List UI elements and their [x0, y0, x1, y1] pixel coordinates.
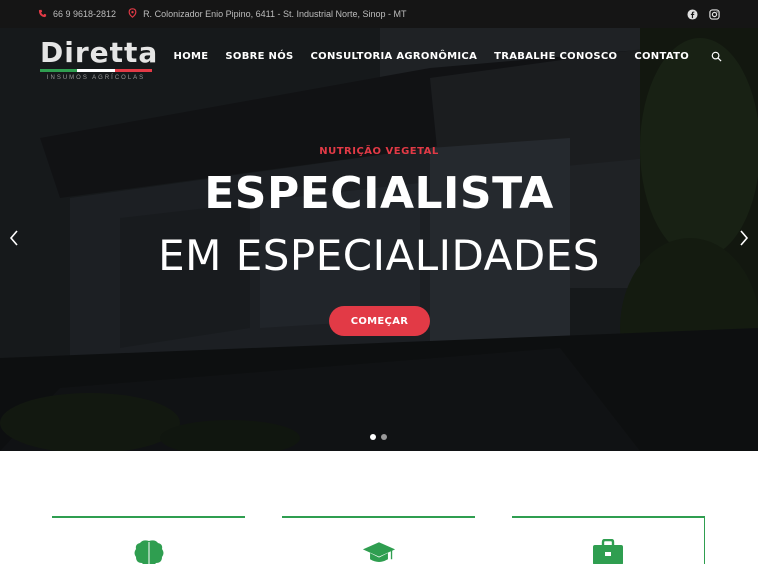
slider-next-arrow[interactable] — [736, 226, 752, 250]
slider-dot-2[interactable] — [381, 434, 387, 440]
slider-prev-arrow[interactable] — [6, 226, 22, 250]
location-pin-icon — [128, 8, 137, 20]
brand-name: Diretta — [40, 36, 159, 69]
social-links — [686, 8, 720, 20]
nav-home[interactable]: HOME — [174, 51, 209, 62]
feature-card-1 — [52, 516, 245, 564]
address-text: R. Colonizador Enio Pipino, 6411 - St. I… — [143, 9, 407, 19]
nav-consultoria[interactable]: CONSULTORIA AGRONÔMICA — [311, 51, 478, 62]
brand-tagline: INSUMOS AGRÍCOLAS — [46, 75, 146, 81]
nav-trabalhe-conosco[interactable]: TRABALHE CONOSCO — [494, 51, 617, 62]
hero-title-line1: ESPECIALISTA — [204, 168, 554, 219]
feature-card-3 — [512, 516, 705, 564]
phone-number[interactable]: 66 9 9618-2812 — [53, 9, 116, 19]
nav-sobre-nos[interactable]: SOBRE NÓS — [225, 51, 293, 62]
instagram-icon[interactable] — [708, 8, 720, 20]
slider-dot-1[interactable] — [370, 434, 376, 440]
hero-eyebrow: NUTRIÇÃO VEGETAL — [319, 146, 439, 157]
graduation-cap-icon — [362, 538, 396, 564]
top-bar: 66 9 9618-2812 R. Colonizador Enio Pipin… — [0, 0, 758, 28]
hero-title-line2: EM ESPECIALIDADES — [158, 231, 600, 280]
briefcase-icon — [591, 538, 625, 564]
brand-flag-stripe — [40, 69, 152, 72]
start-button[interactable]: COMEÇAR — [329, 306, 430, 336]
feature-card-2 — [282, 516, 475, 564]
brand-logo[interactable]: Diretta INSUMOS AGRÍCOLAS — [40, 36, 160, 84]
hero-slider: Diretta INSUMOS AGRÍCOLAS HOME SOBRE NÓS… — [0, 28, 758, 451]
search-icon[interactable] — [710, 50, 722, 62]
phone-icon — [38, 9, 47, 20]
slider-dots — [370, 434, 387, 440]
brain-icon — [132, 538, 166, 564]
main-nav: HOME SOBRE NÓS CONSULTORIA AGRONÔMICA TR… — [174, 50, 722, 62]
nav-contato[interactable]: CONTATO — [634, 51, 689, 62]
contact-info: 66 9 9618-2812 R. Colonizador Enio Pipin… — [38, 8, 407, 20]
facebook-icon[interactable] — [686, 8, 698, 20]
